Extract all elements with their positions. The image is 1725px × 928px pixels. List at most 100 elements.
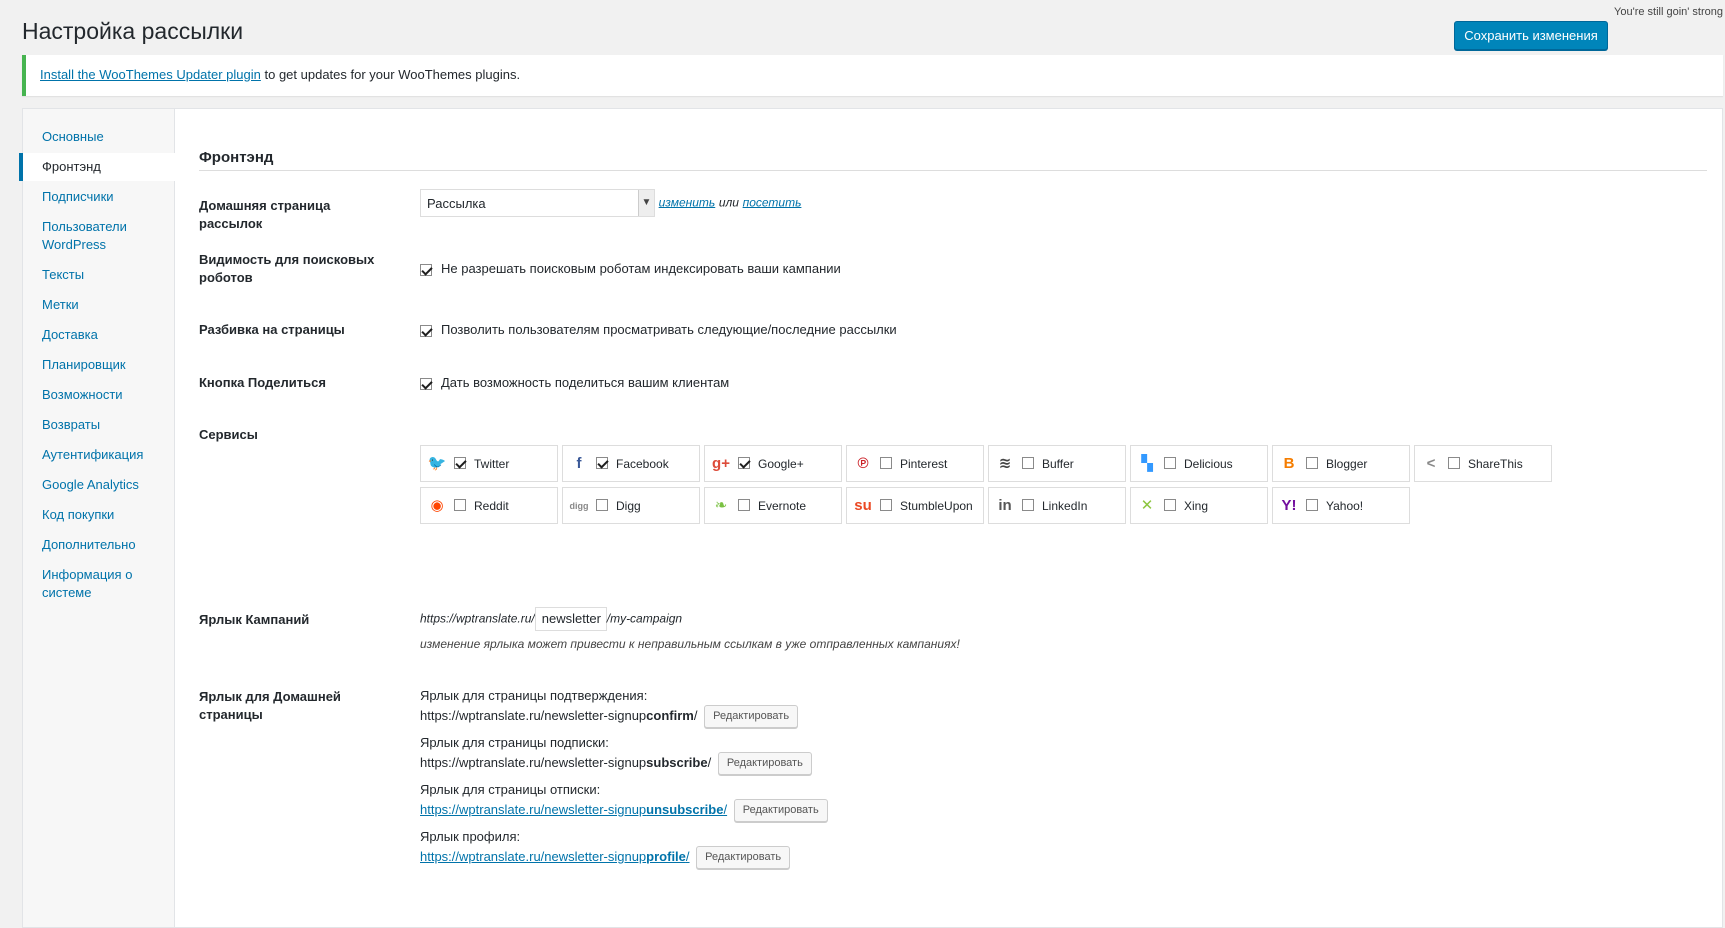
service-pinterest[interactable]: ℗ Pinterest bbox=[846, 445, 984, 482]
service-delicious[interactable]: ▚ Delicious bbox=[1130, 445, 1268, 482]
home-slug-url: https://wptranslate.ru/newsletter-signup… bbox=[420, 707, 698, 723]
service-digg[interactable]: digg Digg bbox=[562, 487, 700, 524]
service-label: Buffer bbox=[1042, 457, 1074, 471]
homepage-visit-link[interactable]: посетить bbox=[743, 195, 802, 209]
service-checkbox[interactable] bbox=[880, 499, 892, 511]
section-title: Фронтэнд bbox=[199, 149, 1707, 171]
service-checkbox[interactable] bbox=[454, 499, 466, 511]
sidebar-item-purchase-code[interactable]: Код покупки bbox=[23, 506, 174, 524]
edit-profile-slug-button[interactable]: Редактировать bbox=[696, 846, 791, 869]
home-slug-caption: Ярлык для страницы отписки: bbox=[420, 782, 601, 797]
edit-confirm-slug-button[interactable]: Редактировать bbox=[704, 705, 799, 728]
pinterest-icon: ℗ bbox=[857, 455, 869, 472]
sidebar-item-subscribers[interactable]: Подписчики bbox=[23, 188, 174, 206]
sidebar-item-google-analytics[interactable]: Google Analytics bbox=[23, 476, 174, 494]
share-checkbox-label: Дать возможность поделиться вашим клиент… bbox=[441, 375, 730, 390]
sidebar-item-advanced[interactable]: Дополнительно bbox=[23, 536, 174, 554]
home-slug-url: https://wptranslate.ru/newsletter-signup… bbox=[420, 754, 712, 770]
service-facebook[interactable]: f Facebook bbox=[562, 445, 700, 482]
home-slug-url-link[interactable]: https://wptranslate.ru/newsletter-signup… bbox=[420, 849, 690, 864]
pagination-field: Позволить пользователям просматривать сл… bbox=[420, 322, 897, 338]
sidebar-item-system-info[interactable]: Информация о системе bbox=[23, 566, 174, 602]
service-checkbox[interactable] bbox=[596, 499, 608, 511]
service-label: StumbleUpon bbox=[900, 499, 973, 513]
sidebar-item-scheduler[interactable]: Планировщик bbox=[23, 356, 174, 374]
home-slug-caption: Ярлык для страницы подтверждения: bbox=[420, 688, 648, 703]
service-checkbox[interactable] bbox=[880, 457, 892, 469]
service-checkbox[interactable] bbox=[738, 499, 750, 511]
service-label: Xing bbox=[1184, 499, 1209, 513]
service-blogger[interactable]: B Blogger bbox=[1272, 445, 1410, 482]
share-field: Дать возможность поделиться вашим клиент… bbox=[420, 375, 729, 391]
facebook-icon: f bbox=[576, 455, 582, 472]
sidebar-item-delivery[interactable]: Доставка bbox=[23, 326, 174, 344]
service-checkbox[interactable] bbox=[1306, 457, 1318, 469]
service-sharethis[interactable]: < ShareThis bbox=[1414, 445, 1552, 482]
service-yahoo[interactable]: Y! Yahoo! bbox=[1272, 487, 1410, 524]
service-checkbox[interactable] bbox=[1164, 457, 1176, 469]
xing-icon: ✕ bbox=[1140, 497, 1154, 514]
sidebar-item-wp-users[interactable]: Пользователи WordPress bbox=[23, 218, 174, 254]
page-title: Настройка рассылки bbox=[22, 18, 244, 44]
service-buffer[interactable]: ≋ Buffer bbox=[988, 445, 1126, 482]
service-checkbox[interactable] bbox=[1448, 457, 1460, 469]
homepage-change-link[interactable]: изменить bbox=[659, 195, 716, 209]
service-linkedin[interactable]: in LinkedIn bbox=[988, 487, 1126, 524]
services-label: Сервисы bbox=[199, 427, 258, 442]
home-slug-subscribe: Ярлык для страницы подписки: https://wpt… bbox=[420, 735, 812, 775]
service-label: Google+ bbox=[758, 457, 804, 471]
service-checkbox[interactable] bbox=[1022, 457, 1034, 469]
campaign-slug-label: Ярлык Кампаний bbox=[199, 612, 310, 627]
visibility-label: Видимость для поисковых роботов bbox=[199, 252, 375, 285]
blogger-icon: B bbox=[1283, 455, 1295, 472]
service-checkbox[interactable] bbox=[1022, 499, 1034, 511]
service-checkbox[interactable] bbox=[738, 457, 750, 469]
save-changes-button[interactable]: Сохранить изменения bbox=[1454, 21, 1608, 50]
service-checkbox[interactable] bbox=[454, 457, 466, 469]
buffer-icon: ≋ bbox=[998, 455, 1012, 472]
service-label: Twitter bbox=[474, 457, 510, 471]
service-label: ShareThis bbox=[1468, 457, 1523, 471]
home-slug-profile: Ярлык профиля: https://wptranslate.ru/ne… bbox=[420, 829, 791, 869]
delicious-icon: ▚ bbox=[1141, 455, 1153, 472]
sidebar-item-capabilities[interactable]: Возможности bbox=[23, 386, 174, 404]
edit-subscribe-slug-button[interactable]: Редактировать bbox=[717, 752, 812, 775]
home-slug-caption: Ярлык профиля: bbox=[420, 829, 521, 844]
visibility-checkbox[interactable] bbox=[420, 263, 432, 276]
homepage-label: Домашняя страница рассылок bbox=[199, 198, 331, 231]
campaign-slug-input[interactable]: newsletter bbox=[534, 607, 607, 631]
pagination-checkbox[interactable] bbox=[420, 324, 432, 337]
linkedin-icon: in bbox=[998, 497, 1012, 514]
sidebar-item-frontend[interactable]: Фронтэнд bbox=[19, 153, 176, 181]
service-checkbox[interactable] bbox=[596, 457, 608, 469]
service-reddit[interactable]: ◉ Reddit bbox=[420, 487, 558, 524]
service-google[interactable]: g+ Google+ bbox=[704, 445, 842, 482]
service-label: Blogger bbox=[1326, 457, 1368, 471]
service-twitter[interactable]: 🐦 Twitter bbox=[420, 445, 558, 482]
sidebar-item-authentication[interactable]: Аутентификация bbox=[23, 446, 174, 464]
share-checkbox[interactable] bbox=[420, 377, 432, 390]
install-updater-link[interactable]: Install the WooThemes Updater plugin bbox=[40, 67, 261, 82]
sidebar-item-general[interactable]: Основные bbox=[23, 128, 174, 146]
service-label: Facebook bbox=[616, 457, 669, 471]
homepage-field: Рассылка ▼ изменить или посетить bbox=[420, 189, 801, 217]
home-slug-url-link[interactable]: https://wptranslate.ru/newsletter-signup… bbox=[420, 802, 727, 817]
service-checkbox[interactable] bbox=[1164, 499, 1176, 511]
homepage-select[interactable]: Рассылка ▼ bbox=[420, 189, 655, 217]
campaign-slug-hint: изменение ярлыка может привести к неправ… bbox=[420, 637, 960, 651]
reddit-icon: ◉ bbox=[430, 497, 444, 514]
service-evernote[interactable]: ❧ Evernote bbox=[704, 487, 842, 524]
evernote-icon: ❧ bbox=[714, 497, 728, 514]
pagination-checkbox-label: Позволить пользователям просматривать сл… bbox=[441, 322, 897, 337]
service-checkbox[interactable] bbox=[1306, 499, 1318, 511]
service-stumbleupon[interactable]: su StumbleUpon bbox=[846, 487, 984, 524]
edit-unsubscribe-slug-button[interactable]: Редактировать bbox=[733, 799, 828, 822]
chevron-down-icon: ▼ bbox=[638, 190, 654, 216]
sidebar-item-tags[interactable]: Метки bbox=[23, 296, 174, 314]
service-label: Delicious bbox=[1184, 457, 1233, 471]
service-xing[interactable]: ✕ Xing bbox=[1130, 487, 1268, 524]
service-label: Reddit bbox=[474, 499, 509, 513]
sharethis-icon: < bbox=[1426, 455, 1436, 472]
sidebar-item-texts[interactable]: Тексты bbox=[23, 266, 174, 284]
sidebar-item-bounces[interactable]: Возвраты bbox=[23, 416, 174, 434]
